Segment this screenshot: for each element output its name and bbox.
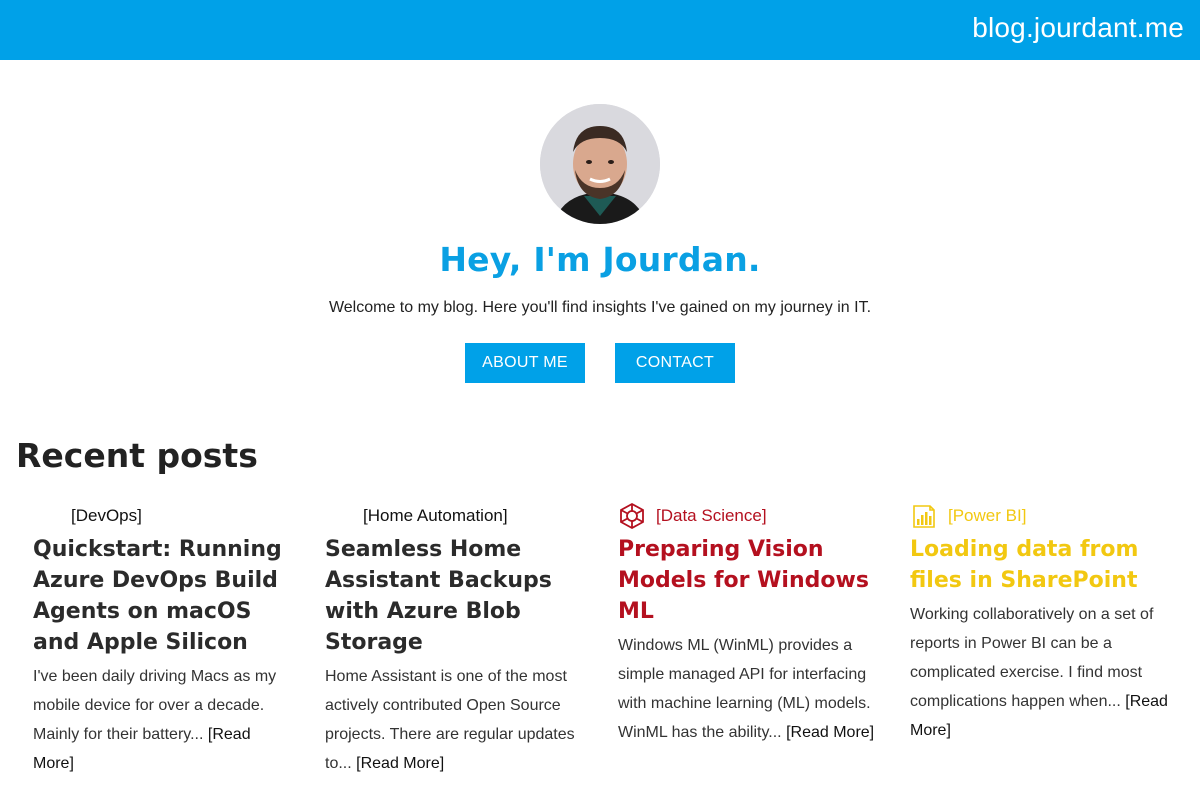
hero-subtitle: Welcome to my blog. Here you'll find ins… bbox=[328, 299, 872, 316]
power-bi-icon bbox=[910, 500, 942, 532]
post-title-link[interactable]: Quickstart: Running Azure DevOps Build A… bbox=[33, 534, 293, 658]
post-excerpt: Windows ML (WinML) provides a simple man… bbox=[618, 631, 878, 747]
category-label[interactable]: [DevOps] bbox=[71, 506, 142, 526]
post-card-home-automation: [Home Automation] Seamless Home Assistan… bbox=[325, 500, 583, 778]
read-more-link[interactable]: [Read More] bbox=[356, 755, 444, 772]
blank-icon bbox=[325, 500, 357, 532]
post-excerpt: Working collaboratively on a set of repo… bbox=[910, 600, 1174, 745]
avatar bbox=[540, 104, 660, 224]
post-category: [Home Automation] bbox=[325, 500, 583, 532]
category-label[interactable]: [Power BI] bbox=[948, 506, 1026, 526]
about-me-button[interactable]: ABOUT ME bbox=[465, 343, 585, 383]
network-icon bbox=[618, 500, 650, 532]
post-category: [DevOps] bbox=[33, 500, 293, 532]
post-card-power-bi: [Power BI] Loading data from files in Sh… bbox=[910, 500, 1174, 745]
post-category: [Data Science] bbox=[618, 500, 878, 532]
post-title-link[interactable]: Seamless Home Assistant Backups with Azu… bbox=[325, 534, 583, 658]
hero-heading: Hey, I'm Jourdan. bbox=[439, 240, 761, 279]
post-excerpt: Home Assistant is one of the most active… bbox=[325, 662, 583, 778]
post-title-link[interactable]: Preparing Vision Models for Windows ML bbox=[618, 534, 878, 627]
category-label[interactable]: [Home Automation] bbox=[363, 506, 508, 526]
recent-posts-heading: Recent posts bbox=[16, 436, 258, 475]
top-bar: blog.jourdant.me bbox=[0, 0, 1200, 60]
category-label[interactable]: [Data Science] bbox=[656, 506, 767, 526]
contact-button[interactable]: CONTACT bbox=[615, 343, 735, 383]
hero-buttons: ABOUT ME CONTACT bbox=[0, 343, 1200, 383]
post-excerpt: I've been daily driving Macs as my mobil… bbox=[33, 662, 293, 778]
post-title-link[interactable]: Loading data from files in SharePoint bbox=[910, 534, 1174, 596]
hero-section: Hey, I'm Jourdan. Welcome to my blog. He… bbox=[0, 104, 1200, 383]
blank-icon bbox=[33, 500, 65, 532]
excerpt-text: Working collaboratively on a set of repo… bbox=[910, 606, 1154, 710]
post-category: [Power BI] bbox=[910, 500, 1174, 532]
read-more-link[interactable]: [Read More] bbox=[786, 724, 874, 741]
site-title-link[interactable]: blog.jourdant.me bbox=[972, 12, 1184, 44]
post-card-data-science: [Data Science] Preparing Vision Models f… bbox=[618, 500, 878, 747]
avatar-photo-icon bbox=[540, 104, 660, 224]
post-card-devops: [DevOps] Quickstart: Running Azure DevOp… bbox=[33, 500, 293, 778]
